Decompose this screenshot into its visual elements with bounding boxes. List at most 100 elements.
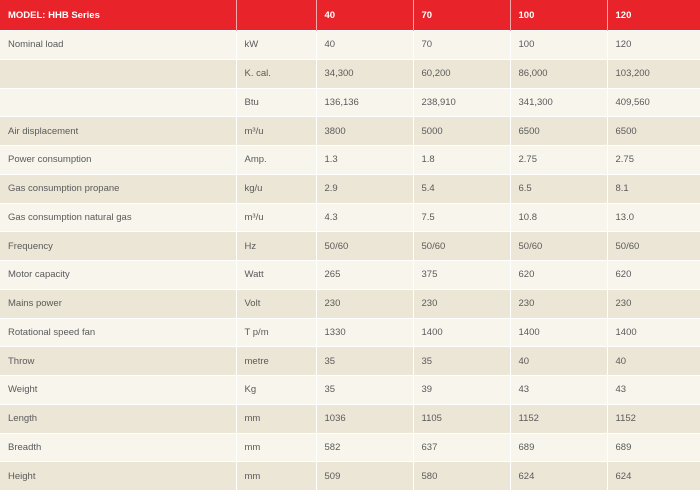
spec-value-100: 689 <box>510 432 608 462</box>
table-row: Air displacement m³/u 3800 5000 6500 6500 <box>0 116 700 146</box>
spec-value-70: 1105 <box>413 403 511 433</box>
spec-value-120: 50/60 <box>607 231 700 261</box>
spec-value-100: 100 <box>510 30 608 60</box>
spec-value-120: 1152 <box>607 403 700 433</box>
spec-unit: mm <box>236 432 317 462</box>
spec-value-70: 637 <box>413 432 511 462</box>
spec-value-100: 86,000 <box>510 58 608 88</box>
spec-value-70: 1.8 <box>413 145 511 175</box>
header-cell-model: MODEL: HHB Series <box>0 0 237 31</box>
spec-value-70: 50/60 <box>413 231 511 261</box>
spec-value-100: 620 <box>510 260 608 290</box>
table-row: Nominal load kW 40 70 100 120 <box>0 30 700 60</box>
header-cell-100: 100 <box>510 0 608 31</box>
spec-unit: metre <box>236 346 317 376</box>
spec-value-70: 39 <box>413 375 511 405</box>
spec-value-120: 620 <box>607 260 700 290</box>
table-row: Btu 136,136 238,910 341,300 409,560 <box>0 87 700 117</box>
spec-value-100: 43 <box>510 375 608 405</box>
spec-label <box>0 58 237 88</box>
spec-label: Height <box>0 461 237 490</box>
spec-label: Motor capacity <box>0 260 237 290</box>
spec-value-120: 13.0 <box>607 202 700 232</box>
spec-unit: m³/u <box>236 116 317 146</box>
table-row: Gas consumption propane kg/u 2.9 5.4 6.5 8.1 <box>0 173 700 203</box>
spec-value-40: 3800 <box>316 116 414 146</box>
spec-label: Rotational speed fan <box>0 317 237 347</box>
spec-label: Weight <box>0 375 237 405</box>
header-cell-70: 70 <box>413 0 511 31</box>
spec-value-100: 1152 <box>510 403 608 433</box>
spec-unit: Hz <box>236 231 317 261</box>
spec-unit: kg/u <box>236 173 317 203</box>
spec-value-120: 8.1 <box>607 173 700 203</box>
spec-value-40: 50/60 <box>316 231 414 261</box>
spec-value-40: 2.9 <box>316 173 414 203</box>
spec-label: Air displacement <box>0 116 237 146</box>
spec-value-120: 1400 <box>607 317 700 347</box>
spec-value-120: 43 <box>607 375 700 405</box>
spec-value-100: 6.5 <box>510 173 608 203</box>
spec-value-100: 40 <box>510 346 608 376</box>
spec-value-70: 7.5 <box>413 202 511 232</box>
spec-label: Throw <box>0 346 237 376</box>
spec-unit: mm <box>236 461 317 490</box>
spec-value-70: 70 <box>413 30 511 60</box>
spec-unit: K. cal. <box>236 58 317 88</box>
spec-value-40: 40 <box>316 30 414 60</box>
spec-value-70: 230 <box>413 288 511 318</box>
table-row: Power consumption Amp. 1.3 1.8 2.75 2.75 <box>0 145 700 175</box>
spec-unit: Volt <box>236 288 317 318</box>
spec-value-40: 34,300 <box>316 58 414 88</box>
spec-label: Gas consumption propane <box>0 173 237 203</box>
table-header: MODEL: HHB Series 40 70 100 120 <box>0 0 700 31</box>
spec-value-120: 6500 <box>607 116 700 146</box>
spec-table: MODEL: HHB Series 40 70 100 120 Nominal … <box>0 0 700 490</box>
spec-label: Power consumption <box>0 145 237 175</box>
spec-value-100: 50/60 <box>510 231 608 261</box>
spec-label: Nominal load <box>0 30 237 60</box>
spec-value-120: 103,200 <box>607 58 700 88</box>
spec-value-120: 120 <box>607 30 700 60</box>
spec-unit: Amp. <box>236 145 317 175</box>
spec-label: Frequency <box>0 231 237 261</box>
spec-value-100: 10.8 <box>510 202 608 232</box>
spec-value-40: 35 <box>316 375 414 405</box>
table-row: Mains power Volt 230 230 230 230 <box>0 288 700 318</box>
table-row: Weight Kg 35 39 43 43 <box>0 375 700 405</box>
spec-label <box>0 87 237 117</box>
spec-label: Mains power <box>0 288 237 318</box>
spec-unit: kW <box>236 30 317 60</box>
spec-value-70: 5000 <box>413 116 511 146</box>
spec-value-70: 5.4 <box>413 173 511 203</box>
spec-unit: Kg <box>236 375 317 405</box>
spec-unit: T p/m <box>236 317 317 347</box>
spec-value-40: 136,136 <box>316 87 414 117</box>
spec-value-70: 238,910 <box>413 87 511 117</box>
header-cell-unit <box>236 0 317 31</box>
spec-label: Breadth <box>0 432 237 462</box>
header-row: MODEL: HHB Series 40 70 100 120 <box>0 0 700 31</box>
spec-value-120: 230 <box>607 288 700 318</box>
header-cell-40: 40 <box>316 0 414 31</box>
spec-value-40: 1036 <box>316 403 414 433</box>
spec-value-40: 509 <box>316 461 414 490</box>
spec-value-100: 1400 <box>510 317 608 347</box>
spec-unit: mm <box>236 403 317 433</box>
table-row: Breadth mm 582 637 689 689 <box>0 432 700 462</box>
spec-value-40: 582 <box>316 432 414 462</box>
spec-value-70: 375 <box>413 260 511 290</box>
spec-value-100: 624 <box>510 461 608 490</box>
table-row: Frequency Hz 50/60 50/60 50/60 50/60 <box>0 231 700 261</box>
spec-value-40: 265 <box>316 260 414 290</box>
table-row: Rotational speed fan T p/m 1330 1400 1400 140… <box>0 317 700 347</box>
spec-value-120: 624 <box>607 461 700 490</box>
table-row: Length mm 1036 1105 1152 1152 <box>0 403 700 433</box>
spec-value-100: 341,300 <box>510 87 608 117</box>
spec-value-70: 35 <box>413 346 511 376</box>
spec-label: Length <box>0 403 237 433</box>
spec-value-40: 1.3 <box>316 145 414 175</box>
spec-value-120: 689 <box>607 432 700 462</box>
spec-value-100: 230 <box>510 288 608 318</box>
spec-value-100: 2.75 <box>510 145 608 175</box>
